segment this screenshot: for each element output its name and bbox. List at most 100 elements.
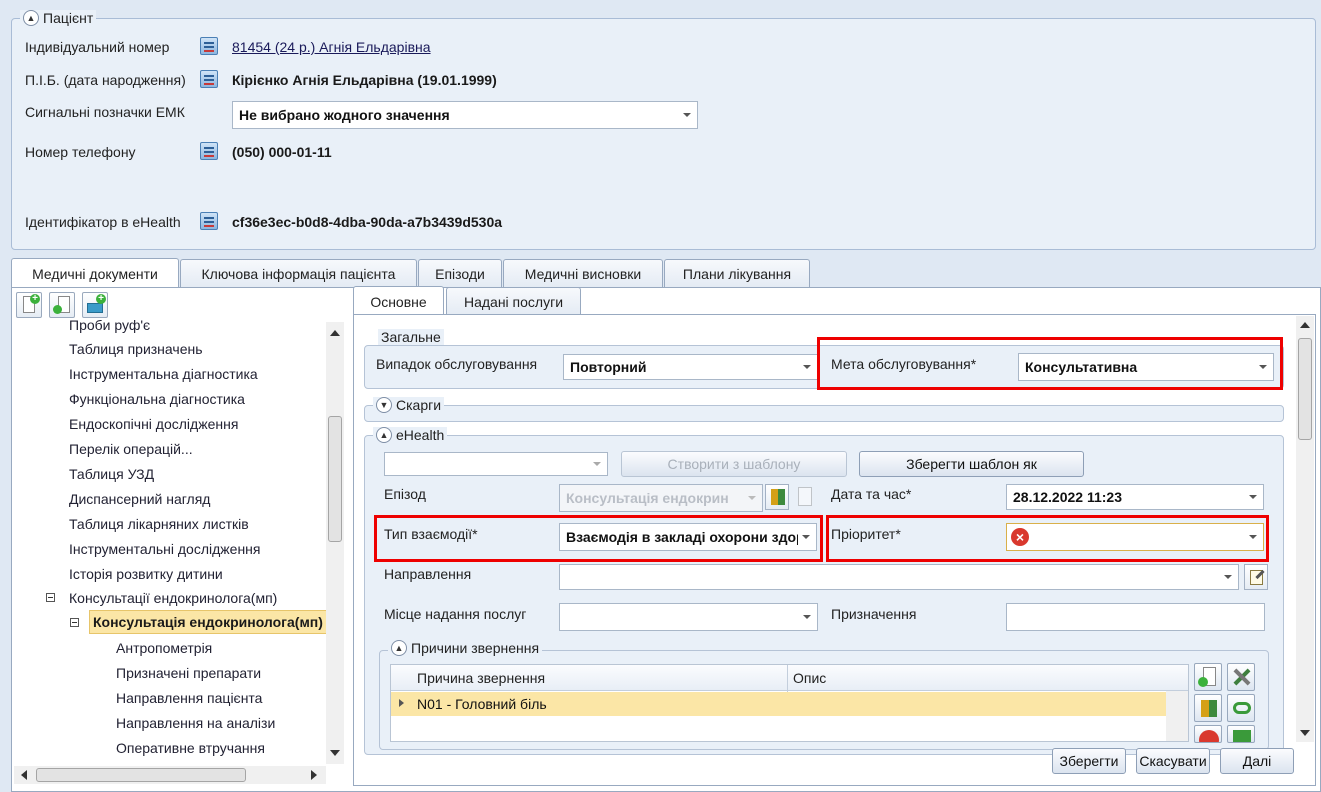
signals-combo[interactable]: Не вибрано жодного значення <box>232 101 698 129</box>
tree-item[interactable]: Інструментальні дослідження <box>69 541 260 557</box>
book-icon[interactable] <box>1194 694 1222 722</box>
reasons-legend[interactable]: ▲ Причини звернення <box>388 640 543 656</box>
signals-label: Сигнальні позначки ЕМК <box>25 104 185 120</box>
new-document-icon[interactable]: + <box>16 292 42 318</box>
tools-icon[interactable] <box>1227 663 1255 691</box>
chevron-down-icon[interactable] <box>803 615 811 619</box>
scroll-left-icon[interactable] <box>21 770 27 780</box>
tree-item[interactable]: Консультації ендокринолога(мп) <box>69 590 277 606</box>
scroll-down-icon[interactable] <box>330 750 340 756</box>
datetime-label: Дата та час* <box>831 486 912 502</box>
episode-combo[interactable]: Консультація ендокрин <box>559 484 763 512</box>
collapse-node-icon[interactable] <box>46 593 55 602</box>
collapse-icon[interactable]: ▲ <box>23 10 39 26</box>
tree-item[interactable]: Проби руф'є <box>69 320 150 333</box>
row-reason[interactable]: N01 - Головний біль <box>417 696 547 712</box>
tree-item[interactable]: Направлення на аналізи <box>116 715 275 731</box>
case-combo[interactable]: Повторний <box>563 354 818 380</box>
episode-doc-icon[interactable] <box>793 484 817 510</box>
scroll-thumb[interactable] <box>36 768 246 782</box>
import-document-icon[interactable] <box>49 292 75 318</box>
chevron-down-icon[interactable] <box>748 496 756 500</box>
tab-main[interactable]: Основне <box>353 286 444 316</box>
chevron-down-icon[interactable] <box>593 462 601 466</box>
edit-grid-icon[interactable] <box>1227 725 1255 743</box>
grid-header-desc[interactable]: Опис <box>793 670 826 686</box>
save-template-as-button[interactable]: Зберегти шаблон як <box>859 451 1084 477</box>
tree-item[interactable]: Функціональна діагностика <box>69 391 245 407</box>
template-combo[interactable] <box>384 452 608 476</box>
cancel-button[interactable]: Скасувати <box>1136 748 1210 774</box>
collapse-icon[interactable]: ▲ <box>376 427 392 443</box>
ehealth-legend[interactable]: ▲ eHealth <box>373 427 448 443</box>
tab-medical-docs[interactable]: Медичні документи <box>11 258 179 288</box>
chevron-down-icon[interactable] <box>1249 495 1257 499</box>
scroll-up-icon[interactable] <box>330 330 340 336</box>
tree-panel[interactable]: Проби руф'є Таблиця призначень Інструмен… <box>12 320 348 766</box>
ehealth-id-value: cf36e3ec-b0d8-4dba-90da-a7b3439d530a <box>232 214 503 230</box>
tree-item[interactable]: Направлення пацієнта <box>116 690 262 706</box>
tree-hscrollbar[interactable] <box>14 766 326 784</box>
tree-item[interactable]: Інструментальна діагностика <box>69 366 258 382</box>
scroll-right-icon[interactable] <box>311 770 317 780</box>
card-icon[interactable] <box>200 70 218 88</box>
tab-label: Медичні висновки <box>524 265 642 282</box>
complaints-legend[interactable]: ▼ Скарги <box>373 397 445 413</box>
id-link[interactable]: 81454 (24 р.) Агнія Ельдарівна <box>232 39 431 55</box>
add-record-icon[interactable]: + <box>82 292 108 318</box>
highlight-box <box>374 515 823 562</box>
tab-treatment-plans[interactable]: Плани лікування <box>664 259 810 287</box>
chevron-down-icon[interactable] <box>683 113 691 117</box>
patient-legend[interactable]: ▲ Пацієнт <box>20 10 97 26</box>
tab-key-info[interactable]: Ключова інформація пацієнта <box>180 259 417 287</box>
save-button[interactable]: Зберегти <box>1052 748 1126 774</box>
place-combo[interactable] <box>559 603 818 631</box>
tree-item[interactable]: Таблиця лікарняних листків <box>69 516 249 532</box>
chevron-down-icon[interactable] <box>803 365 811 369</box>
scroll-down-icon[interactable] <box>1300 730 1310 736</box>
edit-icon[interactable] <box>1244 564 1268 590</box>
tree-item[interactable]: Ендоскопічні дослідження <box>69 416 238 432</box>
datetime-combo[interactable]: 28.12.2022 11:23 <box>1006 484 1264 510</box>
tree-item[interactable]: Історія розвитку дитини <box>69 566 223 582</box>
tree-item[interactable]: Антропометрія <box>116 640 212 656</box>
next-button[interactable]: Далі <box>1220 748 1294 774</box>
complaints-legend-label: Скарги <box>396 397 442 413</box>
form-vscrollbar[interactable] <box>1296 316 1314 742</box>
card-icon[interactable] <box>200 37 218 55</box>
tree-vscrollbar[interactable] <box>326 322 344 764</box>
tab-conclusions[interactable]: Медичні висновки <box>503 259 663 287</box>
ehealth-legend-label: eHealth <box>396 427 445 443</box>
case-label: Випадок обслуговування <box>376 356 538 372</box>
scroll-up-icon[interactable] <box>1300 322 1310 328</box>
referral-combo[interactable] <box>559 564 1239 590</box>
episode-book-icon[interactable] <box>765 484 789 510</box>
reasons-legend-label: Причини звернення <box>411 640 540 656</box>
tree-item[interactable]: Диспансерний нагляд <box>69 491 210 507</box>
delete-icon[interactable] <box>1194 725 1222 743</box>
scroll-thumb[interactable] <box>1298 338 1312 440</box>
card-icon[interactable] <box>200 212 218 230</box>
id-label: Індивідуальний номер <box>25 39 170 55</box>
tree-item[interactable]: Перелік операцій... <box>69 441 193 457</box>
tree-item[interactable]: Таблиця УЗД <box>69 466 154 482</box>
tree-item[interactable]: Призначені препарати <box>116 665 261 681</box>
purpose-field[interactable] <box>1006 603 1265 631</box>
card-icon[interactable] <box>200 142 218 160</box>
collapse-icon[interactable]: ▲ <box>391 640 407 656</box>
tree-item[interactable]: Оперативне втручання <box>116 740 265 756</box>
expand-icon[interactable]: ▼ <box>376 397 392 413</box>
phone-value: (050) 000-01-11 <box>232 144 332 160</box>
chevron-down-icon[interactable] <box>1224 575 1232 579</box>
scroll-thumb[interactable] <box>328 416 342 542</box>
reasons-grid[interactable]: Причина звернення Опис N01 - Головний бі… <box>390 664 1189 742</box>
create-from-template-button[interactable]: Створити з шаблону <box>621 451 847 477</box>
collapse-node-icon[interactable] <box>70 618 79 627</box>
tab-episodes[interactable]: Епізоди <box>418 259 502 287</box>
grid-header-reason[interactable]: Причина звернення <box>417 670 545 686</box>
tree-item[interactable]: Таблиця призначень <box>69 341 203 357</box>
grid-vscrollbar[interactable] <box>1166 691 1188 741</box>
tab-services[interactable]: Надані послуги <box>446 287 581 315</box>
link-icon[interactable] <box>1227 694 1255 722</box>
add-doc-icon[interactable] <box>1194 663 1222 691</box>
